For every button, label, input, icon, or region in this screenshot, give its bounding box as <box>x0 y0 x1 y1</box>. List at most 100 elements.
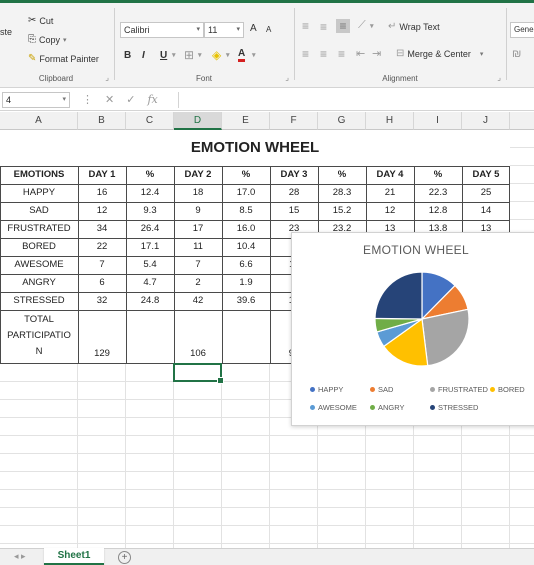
total-value[interactable]: 106 <box>174 346 222 362</box>
table-cell[interactable]: 2 <box>174 274 222 292</box>
table-cell[interactable]: 4.7 <box>126 274 174 292</box>
align-bottom-icon[interactable]: ≡ <box>336 19 350 33</box>
column-header-f[interactable]: F <box>270 112 318 130</box>
table-cell[interactable]: 9.3 <box>126 202 174 220</box>
table-cell[interactable]: 12.4 <box>126 184 174 202</box>
table-cell[interactable]: HAPPY <box>0 184 78 202</box>
underline-button[interactable]: U <box>160 50 167 61</box>
format-painter-button[interactable]: ✎ Format Painter <box>28 54 99 65</box>
align-top-icon[interactable]: ≡ <box>302 19 309 33</box>
enter-icon[interactable]: ✓ <box>126 93 135 106</box>
total-value[interactable]: 129 <box>78 346 126 362</box>
table-cell[interactable]: 11 <box>174 238 222 256</box>
align-left-icon[interactable]: ≡ <box>302 47 309 61</box>
table-cell[interactable]: 18 <box>174 184 222 202</box>
column-header-c[interactable]: C <box>126 112 174 130</box>
font-size-select[interactable]: 11 ▾ <box>204 22 244 38</box>
table-cell[interactable]: 25 <box>462 184 510 202</box>
table-cell[interactable]: 32 <box>78 292 126 310</box>
borders-icon[interactable]: ⊞ <box>184 48 194 62</box>
table-cell[interactable]: 16.0 <box>222 220 270 238</box>
table-cell[interactable]: 22.3 <box>414 184 462 202</box>
tab-scroll-icon[interactable]: ◂ ▸ <box>14 551 26 562</box>
chevron-down-icon[interactable]: ▾ <box>252 51 256 59</box>
table-cell[interactable]: FRUSTRATED <box>0 220 78 238</box>
column-header-e[interactable]: E <box>222 112 270 130</box>
fill-color-icon[interactable]: ◈ <box>212 48 221 62</box>
orientation-icon[interactable]: ⟋ <box>358 19 366 32</box>
cancel-icon[interactable]: ✕ <box>105 93 114 106</box>
number-format-select[interactable]: Gener <box>510 22 534 38</box>
increase-indent-icon[interactable]: ⇥ <box>372 47 381 60</box>
table-cell[interactable]: 24.8 <box>126 292 174 310</box>
table-cell[interactable]: 5.4 <box>126 256 174 274</box>
table-cell[interactable]: 9 <box>174 202 222 220</box>
cut-button[interactable]: ✂ Cut <box>28 16 53 27</box>
pie-chart[interactable]: EMOTION WHEEL HAPPY SAD FRUSTRATED BORED AWE… <box>291 232 534 426</box>
bold-button[interactable]: B <box>124 50 131 61</box>
chevron-down-icon[interactable]: ▾ <box>198 51 202 59</box>
table-cell[interactable]: 12.8 <box>414 202 462 220</box>
column-header-a[interactable]: A <box>0 112 78 130</box>
table-cell[interactable]: BORED <box>0 238 78 256</box>
table-cell[interactable]: STRESSED <box>0 292 78 310</box>
grow-font-button[interactable]: A <box>250 23 257 34</box>
formula-input[interactable] <box>178 92 534 108</box>
chevron-down-icon[interactable]: ▾ <box>226 51 230 59</box>
add-sheet-icon[interactable]: + <box>118 551 131 564</box>
align-middle-icon[interactable]: ≡ <box>320 20 327 34</box>
column-header-j[interactable]: J <box>462 112 510 130</box>
table-cell[interactable]: 7 <box>174 256 222 274</box>
merge-center-button[interactable]: ⊟ Merge & Center ▾ <box>396 49 483 60</box>
table-cell[interactable]: 14 <box>462 202 510 220</box>
align-right-icon[interactable]: ≡ <box>338 47 345 61</box>
font-name-select[interactable]: Calibri ▾ <box>120 22 204 38</box>
table-cell[interactable]: ANGRY <box>0 274 78 292</box>
table-cell[interactable]: 15 <box>270 202 318 220</box>
table-cell[interactable]: 6 <box>78 274 126 292</box>
table-cell[interactable]: 8.5 <box>222 202 270 220</box>
table-cell[interactable]: 39.6 <box>222 292 270 310</box>
table-cell[interactable]: 7 <box>78 256 126 274</box>
table-cell[interactable]: 12 <box>366 202 414 220</box>
align-center-icon[interactable]: ≡ <box>320 47 327 61</box>
dialog-launcher-icon[interactable]: ⌟ <box>285 73 289 82</box>
table-cell[interactable]: 16 <box>78 184 126 202</box>
italic-button[interactable]: I <box>142 50 145 61</box>
font-color-icon[interactable]: A <box>238 49 246 62</box>
column-header-i[interactable]: I <box>414 112 462 130</box>
table-cell[interactable]: 17 <box>174 220 222 238</box>
pie-slice-frustrated[interactable] <box>421 308 470 367</box>
paste-button[interactable]: ste <box>0 27 12 37</box>
dialog-launcher-icon[interactable]: ⌟ <box>497 73 501 82</box>
table-cell[interactable]: 15.2 <box>318 202 366 220</box>
table-cell[interactable]: SAD <box>0 202 78 220</box>
table-cell[interactable]: 10.4 <box>222 238 270 256</box>
column-header-d[interactable]: D <box>174 112 222 130</box>
pie-slice-stressed[interactable] <box>374 271 423 320</box>
table-cell[interactable]: 12 <box>78 202 126 220</box>
table-cell[interactable]: 17.0 <box>222 184 270 202</box>
shrink-font-button[interactable]: A <box>266 25 271 34</box>
table-cell[interactable]: 17.1 <box>126 238 174 256</box>
name-box[interactable]: 4 ▾ <box>2 92 70 108</box>
wrap-text-button[interactable]: ↵ Wrap Text <box>388 22 440 33</box>
column-header-g[interactable]: G <box>318 112 366 130</box>
table-cell[interactable]: 28.3 <box>318 184 366 202</box>
table-cell[interactable]: 28 <box>270 184 318 202</box>
table-cell[interactable]: AWESOME <box>0 256 78 274</box>
chevron-down-icon[interactable]: ▾ <box>370 22 374 30</box>
copy-button[interactable]: ⎘ Copy ▾ <box>28 35 67 46</box>
chevron-down-icon[interactable]: ▾ <box>172 51 176 59</box>
decrease-indent-icon[interactable]: ⇤ <box>356 47 365 60</box>
table-cell[interactable]: 21 <box>366 184 414 202</box>
table-cell[interactable]: 26.4 <box>126 220 174 238</box>
table-cell[interactable]: 1.9 <box>222 274 270 292</box>
total-value[interactable] <box>126 346 174 362</box>
table-cell[interactable]: 34 <box>78 220 126 238</box>
insert-function-icon[interactable]: fx <box>147 93 157 106</box>
currency-icon[interactable]: ₪ <box>512 48 521 60</box>
total-value[interactable] <box>222 346 270 362</box>
table-cell[interactable]: 42 <box>174 292 222 310</box>
column-header-b[interactable]: B <box>78 112 126 130</box>
